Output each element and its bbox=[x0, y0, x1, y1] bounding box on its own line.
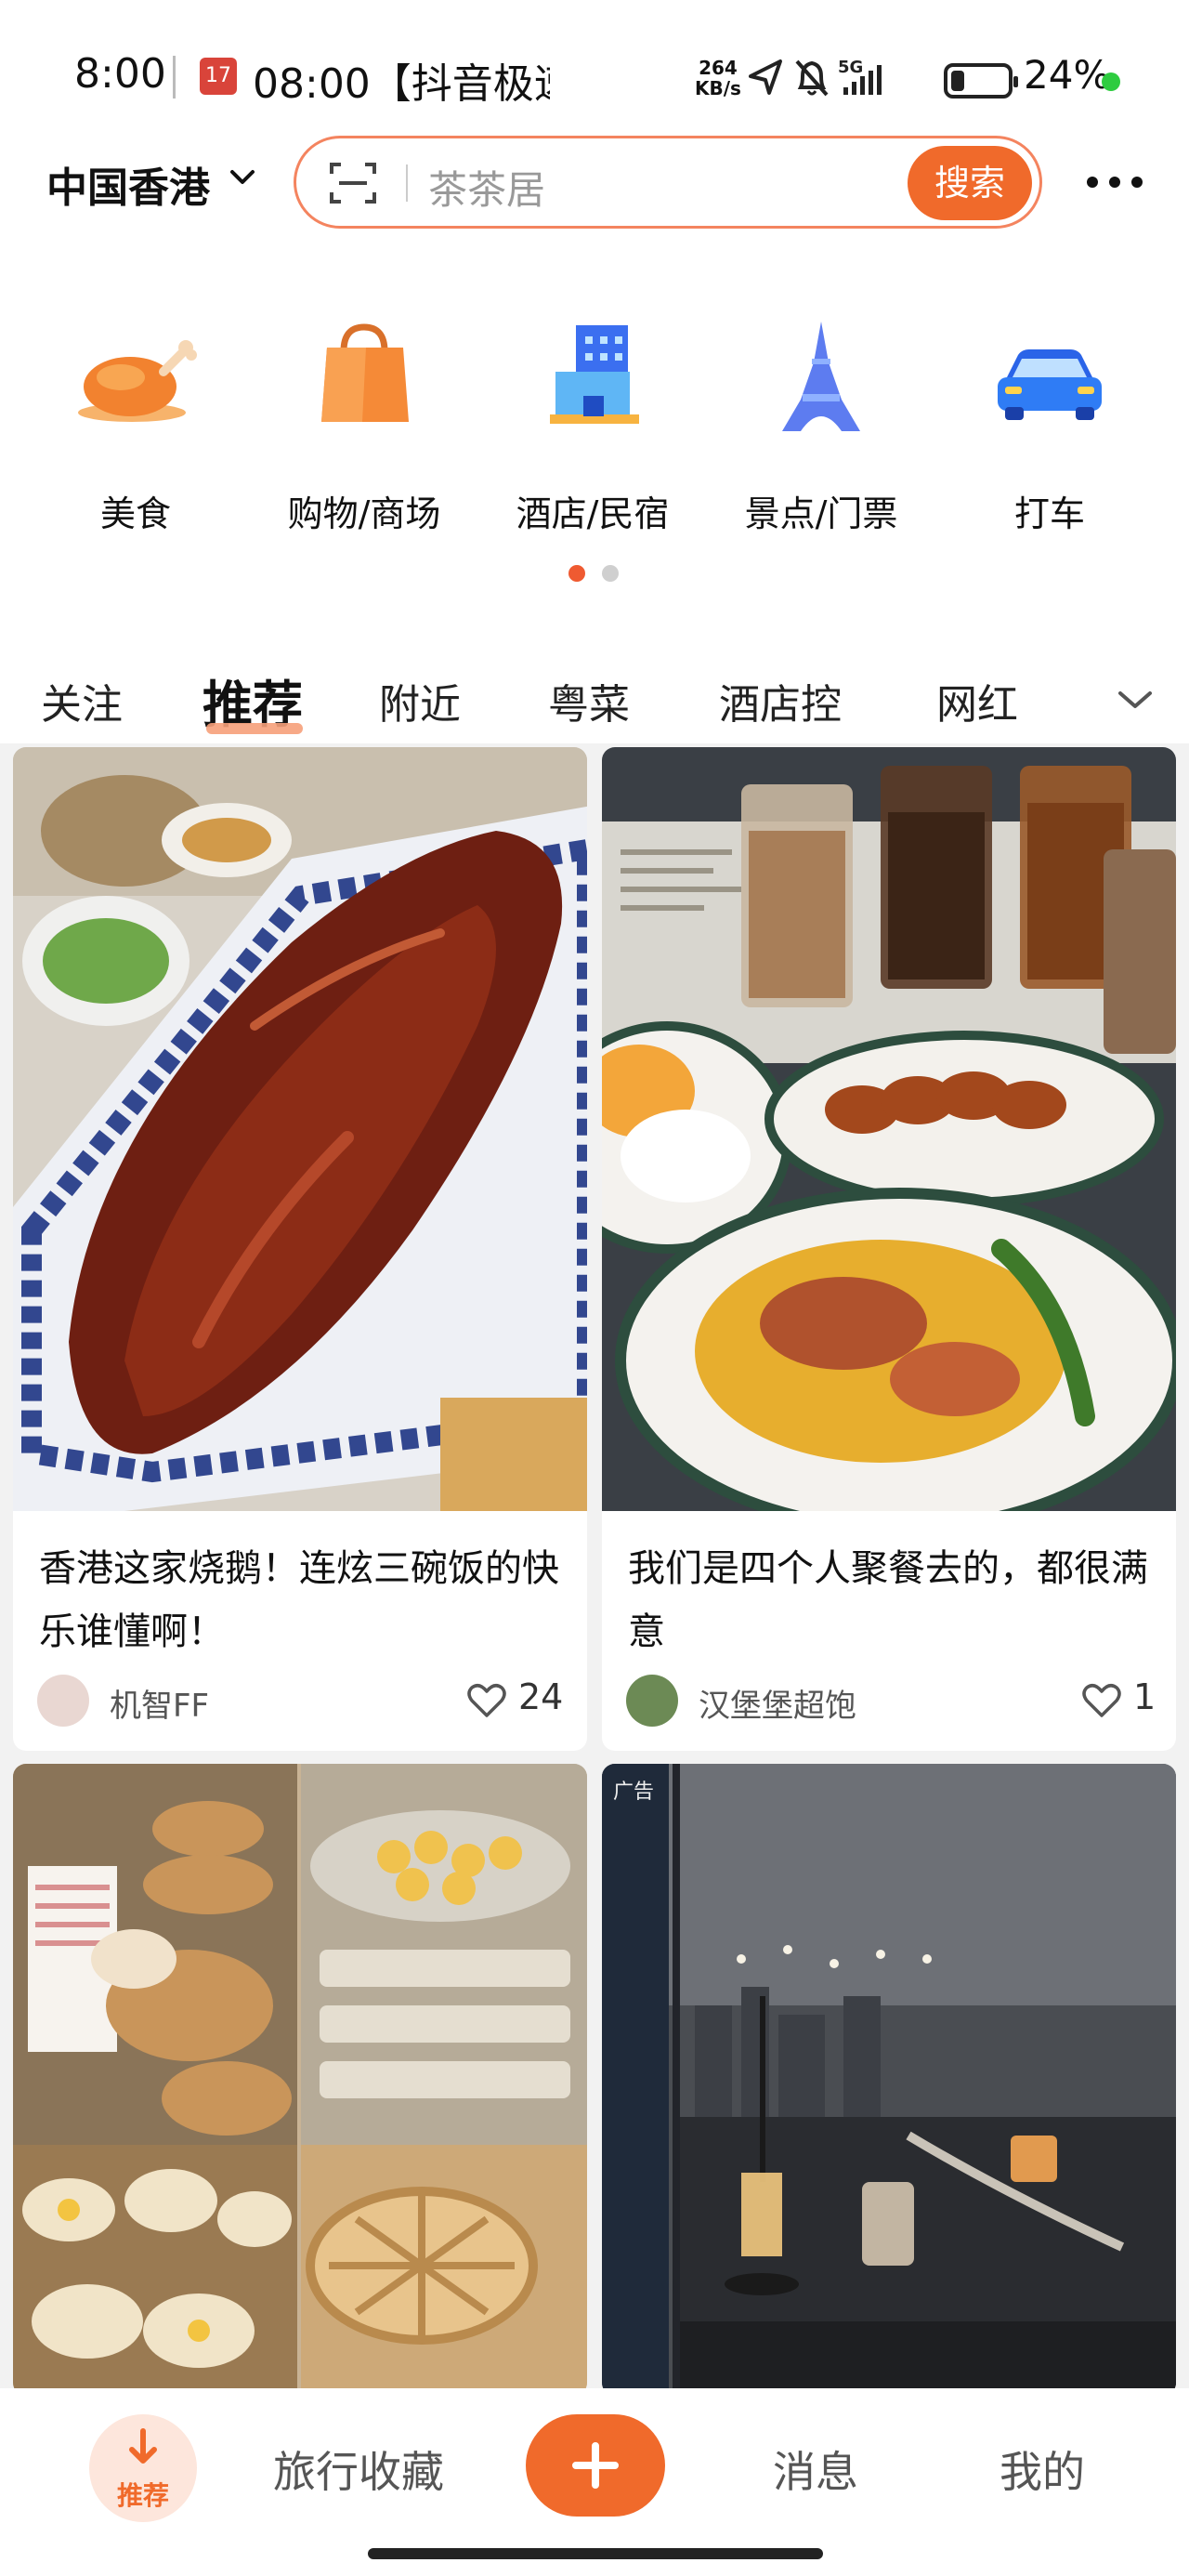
search-divider bbox=[406, 164, 408, 202]
chevron-down-icon[interactable] bbox=[229, 164, 256, 191]
like-count: 1 bbox=[1133, 1676, 1156, 1717]
status-notification: 08:00【抖音极速版】 bbox=[253, 60, 550, 108]
avatar[interactable] bbox=[626, 1675, 678, 1727]
scan-icon[interactable] bbox=[330, 161, 376, 205]
car-icon bbox=[998, 349, 1102, 420]
network-speed-value: 264 bbox=[699, 57, 738, 79]
tab-cantonese[interactable]: 粤菜 bbox=[548, 671, 630, 730]
tab-follow[interactable]: 关注 bbox=[41, 671, 123, 730]
privacy-indicator-dot bbox=[1102, 72, 1120, 91]
battery-percent: 24% bbox=[1024, 52, 1111, 98]
card-title[interactable]: 我们是四个人聚餐去的，都很满意 bbox=[628, 1537, 1157, 1663]
feed-card[interactable] bbox=[13, 1764, 587, 2396]
feed-card[interactable]: 香港这家烧鹅！连炫三碗饭的快乐谁懂啊！ 机智FF 24 bbox=[13, 747, 587, 1751]
category-food[interactable]: 美食 bbox=[43, 316, 229, 539]
status-icons: 5G bbox=[749, 58, 882, 97]
bottom-nav: 推荐 旅行收藏 消息 我的 bbox=[0, 2388, 1189, 2576]
card-author[interactable]: 机智FF bbox=[110, 1680, 209, 1726]
feed-card[interactable]: 我们是四个人聚餐去的，都很满意 汉堡堡超饱 1 bbox=[602, 747, 1176, 1751]
roast-goose-image[interactable] bbox=[13, 747, 587, 1511]
milk-tea-meal-image[interactable] bbox=[602, 747, 1176, 1511]
category-hotel[interactable]: 酒店/民宿 bbox=[500, 316, 686, 539]
shopping-bag-icon bbox=[321, 323, 409, 422]
plus-icon bbox=[572, 2442, 619, 2489]
network-speed: 264 KB/s bbox=[695, 58, 741, 99]
search-button[interactable]: 搜索 bbox=[908, 146, 1032, 220]
mute-bell-icon bbox=[795, 59, 829, 97]
category-shopping[interactable]: 购物/商场 bbox=[271, 316, 457, 539]
battery-icon bbox=[944, 63, 1018, 99]
nav-favorites[interactable]: 旅行收藏 bbox=[273, 2438, 444, 2500]
roast-chicken-icon bbox=[78, 340, 197, 422]
search-input[interactable]: 茶茶居 bbox=[428, 159, 545, 216]
hotel-building-icon bbox=[550, 325, 639, 424]
heart-icon[interactable] bbox=[466, 1682, 507, 1719]
battery-fill bbox=[951, 71, 964, 91]
home-indicator bbox=[368, 2548, 823, 2559]
nav-recommend-label: 推荐 bbox=[116, 2480, 169, 2511]
category-food-label: 美食 bbox=[99, 493, 171, 534]
network-type: 5G bbox=[838, 58, 863, 77]
heart-icon[interactable] bbox=[1081, 1682, 1122, 1719]
card-author[interactable]: 汉堡堡超饱 bbox=[699, 1680, 856, 1726]
tab-trending[interactable]: 网红 bbox=[936, 671, 1018, 730]
more-icon[interactable] bbox=[1085, 175, 1144, 190]
category-hotel-label: 酒店/民宿 bbox=[516, 493, 670, 534]
tab-nearby[interactable]: 附近 bbox=[379, 671, 461, 730]
status-separator bbox=[173, 56, 176, 99]
status-time: 8:00 bbox=[74, 50, 166, 98]
category-taxi[interactable]: 打车 bbox=[957, 316, 1143, 539]
nav-recommend[interactable]: 推荐 bbox=[89, 2414, 197, 2522]
arrow-down-icon bbox=[129, 2428, 157, 2464]
card-title[interactable]: 香港这家烧鹅！连炫三碗饭的快乐谁懂啊！ bbox=[39, 1537, 568, 1663]
category-shopping-label: 购物/商场 bbox=[287, 493, 441, 534]
eiffel-tower-icon bbox=[782, 322, 860, 431]
status-bar: 8:00 17 08:00【抖音极速版】 264 KB/s 5G 24% bbox=[0, 37, 1189, 121]
ad-label: 广告 bbox=[613, 1781, 655, 1804]
nav-messages[interactable]: 消息 bbox=[773, 2438, 858, 2500]
active-tab-indicator bbox=[206, 723, 303, 734]
search-bar[interactable]: 茶茶居 搜索 bbox=[294, 136, 1042, 229]
category-taxi-label: 打车 bbox=[1013, 493, 1085, 534]
like-count: 24 bbox=[518, 1676, 564, 1717]
location-selector[interactable]: 中国香港 bbox=[46, 154, 210, 214]
night-harbour-image[interactable] bbox=[602, 1764, 1176, 2396]
feed-tabs: 关注 推荐 附近 粤菜 酒店控 网红 bbox=[0, 654, 1189, 743]
feed-card-ad[interactable]: 广告 bbox=[602, 1764, 1176, 2396]
avatar[interactable] bbox=[37, 1675, 89, 1727]
network-speed-unit: KB/s bbox=[695, 77, 741, 99]
chevron-down-icon[interactable] bbox=[1117, 686, 1154, 714]
pager-dot bbox=[602, 565, 619, 582]
signal-5g-icon: 5G bbox=[838, 58, 882, 95]
nav-profile[interactable]: 我的 bbox=[1000, 2438, 1085, 2500]
calendar-icon: 17 bbox=[200, 58, 237, 95]
category-attractions-label: 景点/门票 bbox=[744, 493, 898, 534]
category-attractions[interactable]: 景点/门票 bbox=[728, 316, 914, 539]
tab-hotel-lovers[interactable]: 酒店控 bbox=[719, 671, 842, 730]
location-arrow-icon bbox=[749, 59, 782, 95]
pager-dot-active bbox=[568, 565, 585, 582]
create-post-button[interactable] bbox=[526, 2414, 665, 2517]
dim-sum-collage-image[interactable] bbox=[13, 1764, 587, 2396]
